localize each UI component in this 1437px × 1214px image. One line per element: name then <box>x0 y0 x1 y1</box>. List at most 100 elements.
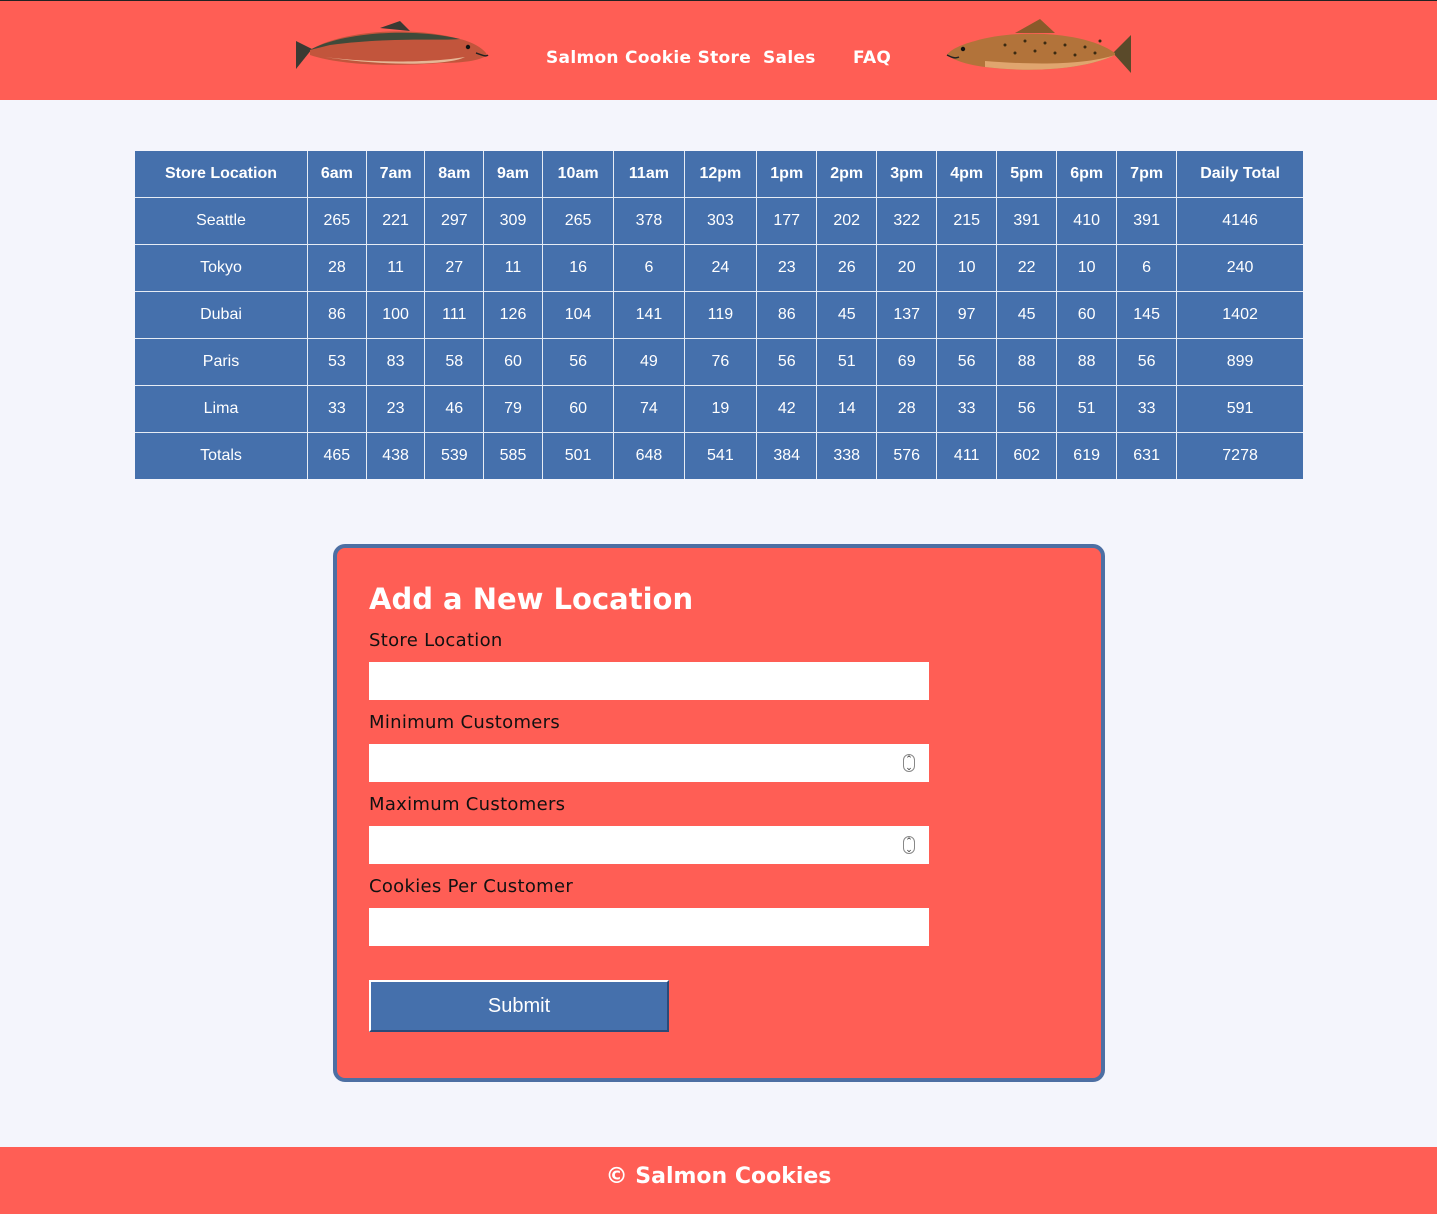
table-cell: 297 <box>424 196 485 245</box>
column-header: 6am <box>307 151 367 198</box>
table-cell: 338 <box>816 431 878 479</box>
table-cell: 4146 <box>1176 196 1303 245</box>
table-row: Seattle 265 221 297 309 265 378 303 177 202 322 215… <box>135 196 1303 245</box>
column-header: 7am <box>365 151 426 198</box>
table-cell: 79 <box>483 384 543 433</box>
table-cell: 322 <box>876 196 938 245</box>
row-location-cell: Totals <box>135 431 308 479</box>
table-cell: 69 <box>876 337 938 386</box>
table-cell: 648 <box>613 431 685 479</box>
table-cell: 378 <box>613 196 685 245</box>
column-header: 4pm <box>936 151 998 198</box>
max-customers-input[interactable] <box>369 826 929 864</box>
table-cell: 539 <box>424 431 485 479</box>
table-cell: 24 <box>683 243 758 292</box>
table-cell: 83 <box>365 337 426 386</box>
table-cell: 11 <box>483 243 543 292</box>
store-location-label: Store Location <box>369 630 503 651</box>
table-cell: 11 <box>365 243 426 292</box>
cookies-per-customer-label: Cookies Per Customer <box>369 876 574 897</box>
column-header: 11am <box>613 151 685 198</box>
min-customers-input[interactable] <box>369 744 929 782</box>
column-header: 10am <box>541 151 615 198</box>
column-header: 9am <box>483 151 543 198</box>
table-cell: 97 <box>936 290 998 339</box>
table-cell: 74 <box>613 384 685 433</box>
nav-link-faq[interactable]: FAQ <box>853 48 891 68</box>
table-cell: 88 <box>996 337 1058 386</box>
table-cell: 22 <box>996 243 1058 292</box>
table-cell: 438 <box>365 431 426 479</box>
totals-row: Totals 465 438 539 585 501 648 541 384 338 576 411 6… <box>135 431 1303 479</box>
table-row: Paris 53 83 58 60 56 49 76 56 51 69 56 88 88 56 899 <box>135 337 1303 386</box>
table-cell: 60 <box>541 384 615 433</box>
table-cell: 104 <box>541 290 615 339</box>
table-cell: 60 <box>483 337 543 386</box>
form-title: Add a New Location <box>369 582 694 616</box>
table-cell: 46 <box>424 384 485 433</box>
table-cell: 137 <box>876 290 938 339</box>
submit-button[interactable]: Submit <box>369 980 669 1032</box>
column-header: 6pm <box>1056 151 1118 198</box>
table-cell: 576 <box>876 431 938 479</box>
nav-link-sales[interactable]: Sales <box>763 48 816 68</box>
column-header: 2pm <box>816 151 878 198</box>
table-cell: 602 <box>996 431 1058 479</box>
table-cell: 391 <box>1116 196 1178 245</box>
table-cell: 265 <box>541 196 615 245</box>
table-cell: 465 <box>307 431 367 479</box>
row-location-cell: Seattle <box>135 196 308 245</box>
table-cell: 42 <box>756 384 818 433</box>
table-cell: 303 <box>683 196 758 245</box>
table-cell: 23 <box>756 243 818 292</box>
table-cell: 45 <box>996 290 1058 339</box>
site-header: Salmon Cookie Store Sales FAQ <box>0 0 1437 100</box>
table-cell: 619 <box>1056 431 1118 479</box>
site-footer: © Salmon Cookies <box>0 1147 1437 1214</box>
table-cell: 391 <box>996 196 1058 245</box>
min-customers-label: Minimum Customers <box>369 712 561 733</box>
nav-link-store[interactable]: Salmon Cookie Store <box>546 48 751 68</box>
table-cell: 33 <box>1116 384 1178 433</box>
table-cell: 899 <box>1176 337 1303 386</box>
table-cell: 16 <box>541 243 615 292</box>
max-customers-stepper[interactable]: ⌃ ⌄ <box>903 836 915 854</box>
table-row: Tokyo 28 11 27 11 16 6 24 23 26 20 10 22 10 6 240 <box>135 243 1303 292</box>
trout-fish-icon <box>946 19 1131 73</box>
table-cell: 56 <box>1116 337 1178 386</box>
table-cell: 145 <box>1116 290 1178 339</box>
table-cell: 56 <box>936 337 998 386</box>
table-cell: 7278 <box>1176 431 1303 479</box>
table-cell: 20 <box>876 243 938 292</box>
row-location-cell: Paris <box>135 337 308 386</box>
sales-table: Store Location 6am 7am 8am 9am 10am 11am 12pm 1p… <box>135 151 1303 479</box>
table-header-row: Store Location 6am 7am 8am 9am 10am 11am 12pm 1p… <box>135 151 1303 198</box>
table-cell: 177 <box>756 196 818 245</box>
table-cell: 410 <box>1056 196 1118 245</box>
column-header-location: Store Location <box>135 151 308 198</box>
table-row: Dubai 86 100 111 126 104 141 119 86 45 137 97 45 60 14… <box>135 290 1303 339</box>
table-cell: 28 <box>307 243 367 292</box>
min-customers-stepper[interactable]: ⌃ ⌄ <box>903 754 915 772</box>
table-cell: 384 <box>756 431 818 479</box>
table-cell: 111 <box>424 290 485 339</box>
row-location-cell: Tokyo <box>135 243 308 292</box>
table-cell: 33 <box>307 384 367 433</box>
table-cell: 631 <box>1116 431 1178 479</box>
table-cell: 53 <box>307 337 367 386</box>
table-cell: 6 <box>1116 243 1178 292</box>
table-cell: 585 <box>483 431 543 479</box>
cookies-per-customer-input[interactable] <box>369 908 929 946</box>
table-cell: 51 <box>816 337 878 386</box>
max-customers-label: Maximum Customers <box>369 794 566 815</box>
table-cell: 100 <box>365 290 426 339</box>
table-cell: 215 <box>936 196 998 245</box>
table-cell: 58 <box>424 337 485 386</box>
table-cell: 86 <box>307 290 367 339</box>
table-cell: 119 <box>683 290 758 339</box>
table-cell: 141 <box>613 290 685 339</box>
table-cell: 126 <box>483 290 543 339</box>
store-location-input[interactable] <box>369 662 929 700</box>
table-cell: 221 <box>365 196 426 245</box>
column-header: 7pm <box>1116 151 1178 198</box>
